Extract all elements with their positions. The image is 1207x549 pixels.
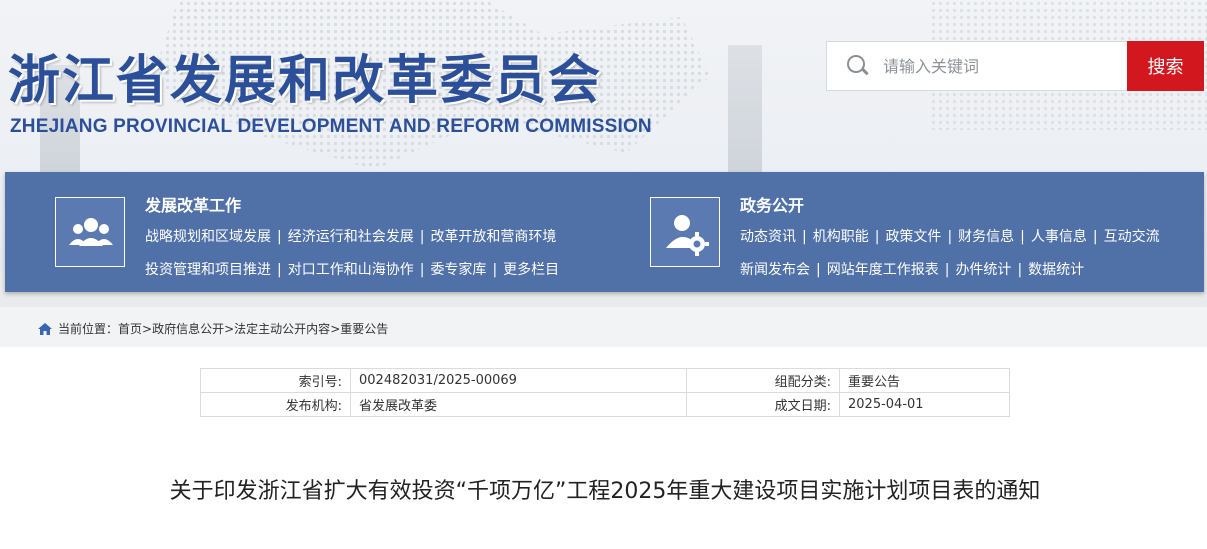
breadcrumb: 当前位置： 首页 > 政府信息公开 > 法定主动公开内容 > 重要公告 <box>38 320 388 337</box>
nav-link-more-columns[interactable]: 更多栏目 <box>503 262 559 278</box>
nav-separator: | <box>1092 229 1098 245</box>
nav-separator: | <box>277 262 282 278</box>
nav-separator: | <box>277 229 282 245</box>
breadcrumb-item-gov-info[interactable]: 政府信息公开 <box>152 320 224 337</box>
nav-link-investment-management[interactable]: 投资管理和项目推进 <box>145 262 271 278</box>
date-label: 成文日期: <box>686 392 840 417</box>
nav-link-news[interactable]: 动态资讯 <box>740 229 796 245</box>
nav-separator: | <box>1017 262 1023 278</box>
nav-links-row: 动态资讯 | 机构职能 | 政策文件 | 财务信息 | 人事信息 | 互动交流 <box>740 226 1160 246</box>
category-value: 重要公告 <box>839 368 1010 393</box>
nav-separator: | <box>947 229 953 245</box>
nav-separator: | <box>816 262 821 278</box>
nav-link-functions[interactable]: 机构职能 <box>813 229 869 245</box>
breadcrumb-item-home[interactable]: 首页 <box>118 320 142 337</box>
table-row: 索引号: 002482031/2025-00069 组配分类: 重要公告 <box>200 368 1010 393</box>
site-subtitle-en: ZHEJIANG PROVINCIAL DEVELOPMENT AND REFO… <box>10 116 652 137</box>
table-row: 发布机构: 省发展改革委 成文日期: 2025-04-01 <box>200 392 1010 417</box>
document-title: 关于印发浙江省扩大有效投资“千项万亿”工程2025年重大建设项目实施计划项目表的… <box>169 479 1041 504</box>
nav-separator: | <box>944 262 950 278</box>
main-nav: 发展改革工作 战略规划和区域发展 | 经济运行和社会发展 | 改革开放和营商环境 投资管… <box>5 172 1204 292</box>
nav-links-row: 投资管理和项目推进 | 对口工作和山海协作 | 委专家库 | 更多栏目 <box>145 259 559 279</box>
nav-separator: | <box>419 262 425 278</box>
nav-separator: | <box>419 229 425 245</box>
breadcrumb-prefix: 当前位置： <box>58 322 119 336</box>
breadcrumb-bar: 当前位置： 首页 > 政府信息公开 > 法定主动公开内容 > 重要公告 <box>0 307 1207 347</box>
search-box <box>826 41 1128 91</box>
nav-link-reform-opening[interactable]: 改革开放和营商环境 <box>430 229 556 245</box>
category-label: 组配分类: <box>686 368 840 393</box>
nav-link-strategy-planning[interactable]: 战略规划和区域发展 <box>145 229 271 245</box>
nav-link-expert-database[interactable]: 委专家库 <box>430 262 486 278</box>
document-metadata-table: 索引号: 002482031/2025-00069 组配分类: 重要公告 发布机… <box>200 368 1010 417</box>
nav-link-annual-report[interactable]: 网站年度工作报表 <box>827 262 939 278</box>
search-button[interactable]: 搜索 <box>1127 41 1204 91</box>
nav-separator: | <box>1020 229 1025 245</box>
breadcrumb-item-announcements[interactable]: 重要公告 <box>340 320 388 337</box>
breadcrumb-item-statutory[interactable]: 法定主动公开内容 <box>234 320 330 337</box>
index-number-label: 索引号: <box>200 368 351 393</box>
nav-link-interaction[interactable]: 互动交流 <box>1104 229 1160 245</box>
site-title[interactable]: 浙江省发展和改革委员会 <box>8 38 602 113</box>
nav-link-paired-cooperation[interactable]: 对口工作和山海协作 <box>288 262 414 278</box>
nav-link-economic-operation[interactable]: 经济运行和社会发展 <box>288 229 414 245</box>
nav-separator: | <box>802 229 807 245</box>
publisher-label: 发布机构: <box>200 392 351 417</box>
nav-links-row: 新闻发布会 | 网站年度工作报表 | 办件统计 | 数据统计 <box>740 259 1084 279</box>
search-input[interactable] <box>883 56 1113 76</box>
nav-link-personnel-info[interactable]: 人事信息 <box>1031 229 1087 245</box>
publisher-value: 省发展改革委 <box>350 392 687 417</box>
index-number-value: 002482031/2025-00069 <box>350 368 687 393</box>
search-icon <box>847 55 869 77</box>
breadcrumb-separator: > <box>142 321 153 336</box>
nav-link-data-statistics[interactable]: 数据统计 <box>1028 262 1084 278</box>
nav-link-case-statistics[interactable]: 办件统计 <box>955 262 1011 278</box>
nav-link-policy-documents[interactable]: 政策文件 <box>885 229 941 245</box>
nav-separator: | <box>874 229 880 245</box>
skyline-decoration <box>728 45 762 175</box>
nav-heading-development-reform[interactable]: 发展改革工作 <box>145 192 241 216</box>
user-settings-icon <box>650 197 720 267</box>
nav-link-finance-info[interactable]: 财务信息 <box>958 229 1014 245</box>
breadcrumb-separator: > <box>224 321 235 336</box>
home-icon <box>38 322 52 335</box>
date-value: 2025-04-01 <box>839 392 1010 417</box>
nav-links-row: 战略规划和区域发展 | 经济运行和社会发展 | 改革开放和营商环境 <box>145 226 556 246</box>
nav-heading-government-affairs[interactable]: 政务公开 <box>740 192 804 216</box>
breadcrumb-separator: > <box>330 321 341 336</box>
nav-separator: | <box>492 262 498 278</box>
people-group-icon <box>55 197 125 267</box>
nav-link-press-conference[interactable]: 新闻发布会 <box>740 262 810 278</box>
